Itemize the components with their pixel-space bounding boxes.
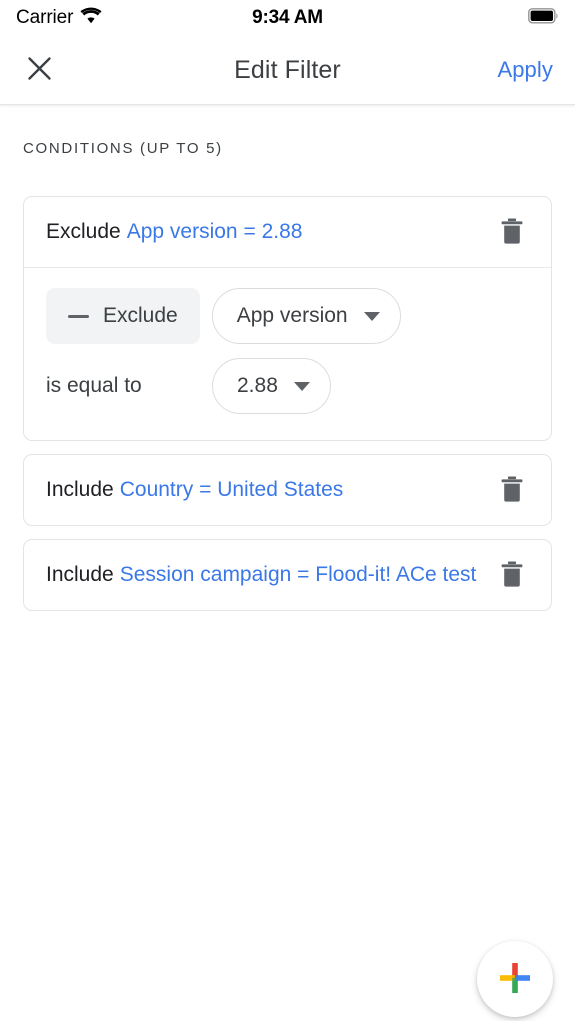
close-button[interactable]: [22, 53, 56, 87]
google-plus-add-icon: [495, 958, 535, 1001]
dimension-dropdown[interactable]: App version: [211, 288, 401, 344]
condition-card: Exclude App version = 2.88 Exclude App v…: [23, 196, 552, 441]
condition-mode: Exclude: [46, 219, 121, 243]
operator-label: is equal to: [46, 374, 142, 397]
battery-full-icon: [528, 7, 559, 29]
chevron-down-icon: [363, 311, 380, 321]
condition-card: Include Country = United States: [23, 454, 552, 526]
close-icon: [26, 55, 53, 85]
condition-mode: Include: [46, 477, 114, 501]
add-condition-fab[interactable]: [477, 941, 553, 1017]
value-dropdown-label: 2.88: [237, 374, 278, 397]
condition-editor: Exclude App version is equal to 2.88: [24, 267, 551, 440]
chevron-down-icon: [293, 381, 310, 391]
delete-condition-button[interactable]: [495, 473, 529, 507]
page-title: Edit Filter: [234, 55, 341, 84]
condition-summary-text: Include Session campaign = Flood-it! ACe …: [46, 562, 483, 588]
wifi-icon: [80, 7, 102, 29]
filter-content: CONDITIONS (UP TO 5) Exclude App version …: [0, 140, 575, 611]
condition-mode: Include: [46, 562, 114, 586]
condition-equals: =: [199, 477, 212, 501]
condition-editor-row-dimension: Exclude App version: [46, 288, 529, 344]
status-bar-right: [528, 7, 559, 29]
condition-card: Include Session campaign = Flood-it! ACe …: [23, 539, 552, 611]
delete-condition-button[interactable]: [495, 558, 529, 592]
condition-summary-row[interactable]: Exclude App version = 2.88: [24, 197, 551, 267]
minus-icon: [68, 314, 89, 318]
condition-value: United States: [217, 477, 344, 501]
condition-value: 2.88: [261, 219, 303, 243]
condition-summary-row[interactable]: Include Session campaign = Flood-it! ACe …: [24, 540, 551, 610]
status-bar-left: Carrier: [16, 7, 102, 29]
condition-dimension: Session campaign: [119, 562, 292, 586]
apply-button[interactable]: Apply: [497, 57, 553, 83]
condition-summary-text: Exclude App version = 2.88: [46, 219, 483, 245]
condition-equals: =: [243, 219, 256, 243]
condition-summary-row[interactable]: Include Country = United States: [24, 455, 551, 525]
condition-dimension: Country: [119, 477, 194, 501]
app-bar: Edit Filter Apply: [0, 36, 575, 105]
carrier-label: Carrier: [16, 7, 74, 28]
condition-equals: =: [297, 562, 310, 586]
conditions-section-label: CONDITIONS (UP TO 5): [23, 140, 223, 157]
dimension-dropdown-label: App version: [236, 304, 348, 327]
delete-condition-button[interactable]: [495, 215, 529, 249]
condition-summary-text: Include Country = United States: [46, 477, 483, 503]
trash-icon: [499, 560, 525, 591]
condition-value: Flood-it! ACe test: [315, 562, 477, 586]
status-bar: Carrier 9:34 AM: [0, 0, 575, 36]
trash-icon: [499, 217, 525, 248]
include-exclude-toggle[interactable]: Exclude: [46, 288, 200, 344]
condition-editor-row-value: is equal to 2.88: [46, 358, 529, 414]
include-exclude-label: Exclude: [103, 304, 178, 327]
value-dropdown[interactable]: 2.88: [212, 358, 331, 414]
trash-icon: [499, 475, 525, 506]
condition-dimension: App version: [126, 219, 238, 243]
